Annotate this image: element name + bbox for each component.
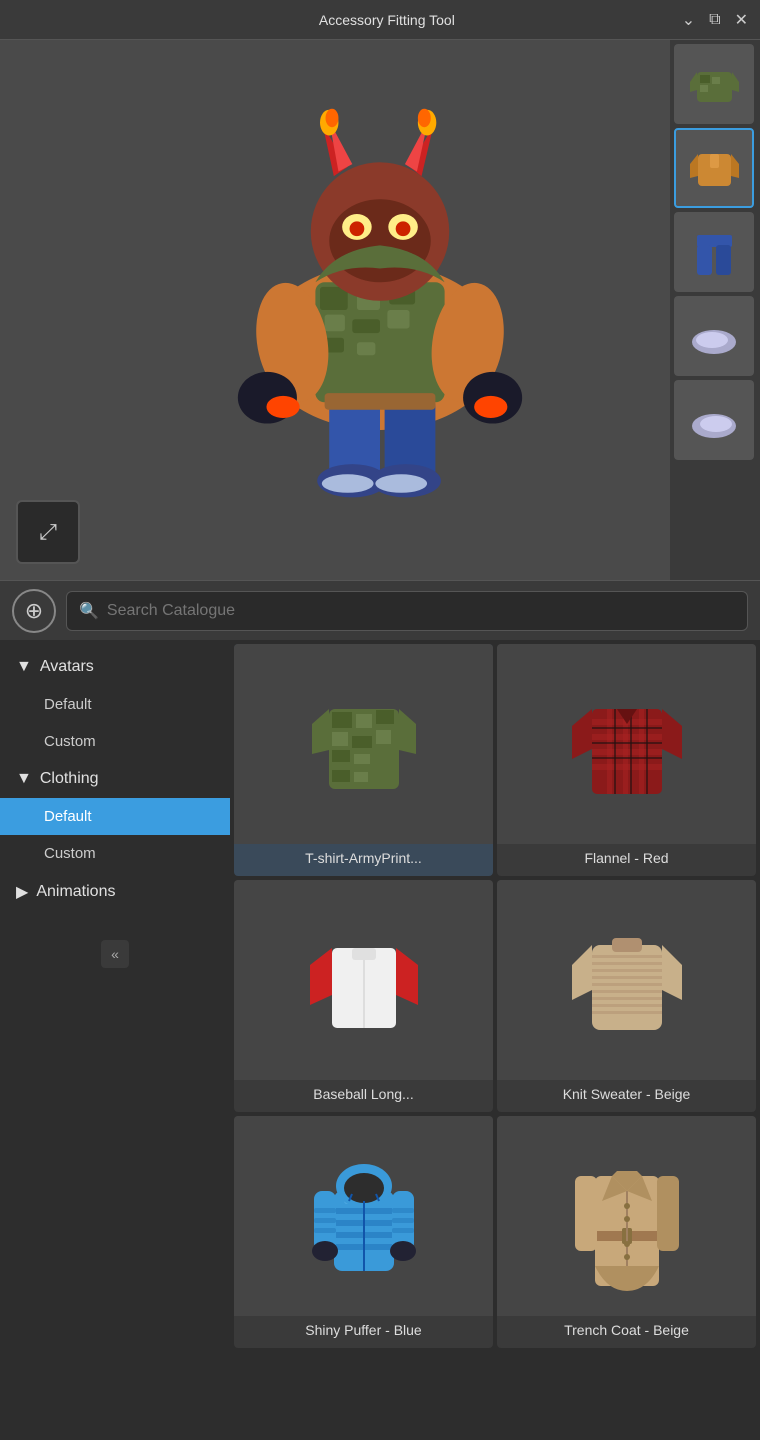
sidebar-group-animations[interactable]: ▶ Animations [0,872,230,912]
shiny-puffer-blue-svg [294,1136,434,1296]
title-bar: Accessory Fitting Tool ⌄ ⧉ ✕ [0,0,760,40]
character-display: ⤢ [0,40,760,580]
thumbnail-strip [670,40,760,580]
sidebar-group-animations-label: Animations [36,883,115,901]
collapse-icon: « [111,946,119,962]
close-button[interactable]: ✕ [735,10,748,30]
thumbnail-item-jacket[interactable] [674,128,754,208]
clothing-arrow-icon: ▼ [16,770,32,788]
catalogue-item-tshirt-armyprint-label: T-shirt-ArmyPrint... [301,844,426,868]
character-svg [140,70,620,550]
thumbnail-camo-icon [682,52,747,117]
add-icon: ⊕ [25,598,43,624]
catalogue-item-baseball-long-img [234,880,493,1080]
catalogue-item-knit-sweater-beige-label: Knit Sweater - Beige [559,1080,695,1104]
external-link-button[interactable]: ⤢ [16,500,80,564]
catalogue-item-tshirt-armyprint[interactable]: T-shirt-ArmyPrint... [234,644,493,876]
main-area: ⤢ [0,40,760,1440]
character-viewport: ⤢ [0,40,760,580]
window-controls: ⌄ ⧉ ✕ [682,10,748,30]
sidebar-item-clothing-default[interactable]: Default [0,798,230,835]
sidebar-nav: ▼ Avatars Default Custom ▼ Clothing Defa… [0,640,230,1440]
thumbnail-item-pants[interactable] [674,212,754,292]
sidebar-item-avatars-custom[interactable]: Custom [0,723,230,760]
content-area: ▼ Avatars Default Custom ▼ Clothing Defa… [0,640,760,1440]
sidebar-group-clothing[interactable]: ▼ Clothing [0,760,230,798]
thumbnail-item-shoe-left[interactable] [674,296,754,376]
catalogue-item-flannel-red-label: Flannel - Red [580,844,672,868]
collapse-sidebar-button[interactable]: « [101,940,129,968]
catalogue-grid: T-shirt-ArmyPrint... [230,640,760,1440]
sidebar-item-clothing-custom[interactable]: Custom [0,835,230,872]
baseball-long-svg [294,900,434,1060]
search-bar: ⊕ 🔍 [0,580,760,640]
tshirt-armyprint-svg [294,664,434,824]
search-input[interactable] [107,602,735,620]
catalogue-item-trench-coat-beige-img [497,1116,756,1316]
catalogue-item-shiny-puffer-blue-img [234,1116,493,1316]
catalogue-item-flannel-red[interactable]: Flannel - Red [497,644,756,876]
minimize-button[interactable]: ⌄ [682,10,695,30]
flannel-red-svg [557,664,697,824]
catalogue-item-trench-coat-beige-label: Trench Coat - Beige [560,1316,693,1340]
search-input-wrap: 🔍 [66,591,748,631]
avatars-arrow-icon: ▼ [16,658,32,676]
thumbnail-item-camo[interactable] [674,44,754,124]
catalogue-item-baseball-long-label: Baseball Long... [309,1080,417,1104]
thumbnail-jacket-icon [682,136,747,201]
external-link-icon: ⤢ [39,519,57,545]
catalogue-item-baseball-long[interactable]: Baseball Long... [234,880,493,1112]
trench-coat-beige-svg [557,1136,697,1296]
thumbnail-shoe-right-icon [682,388,747,453]
catalogue-item-knit-sweater-beige-img [497,880,756,1080]
catalogue-item-shiny-puffer-blue-label: Shiny Puffer - Blue [301,1316,425,1340]
catalogue-item-knit-sweater-beige[interactable]: Knit Sweater - Beige [497,880,756,1112]
thumbnail-item-shoe-right[interactable] [674,380,754,460]
window-title: Accessory Fitting Tool [92,12,682,28]
maximize-button[interactable]: ⧉ [709,11,720,29]
sidebar-group-avatars-label: Avatars [40,658,94,676]
catalogue-item-trench-coat-beige[interactable]: Trench Coat - Beige [497,1116,756,1348]
catalogue-item-shiny-puffer-blue[interactable]: Shiny Puffer - Blue [234,1116,493,1348]
sidebar-item-avatars-default[interactable]: Default [0,686,230,723]
catalogue-item-flannel-red-img [497,644,756,844]
catalogue-item-tshirt-armyprint-img [234,644,493,844]
search-icon: 🔍 [79,601,99,621]
add-button[interactable]: ⊕ [12,589,56,633]
sidebar-group-avatars[interactable]: ▼ Avatars [0,648,230,686]
thumbnail-shoe-left-icon [682,304,747,369]
animations-arrow-icon: ▶ [16,882,28,902]
sidebar-group-clothing-label: Clothing [40,770,99,788]
knit-sweater-beige-svg [557,900,697,1060]
thumbnail-pants-icon [682,220,747,285]
